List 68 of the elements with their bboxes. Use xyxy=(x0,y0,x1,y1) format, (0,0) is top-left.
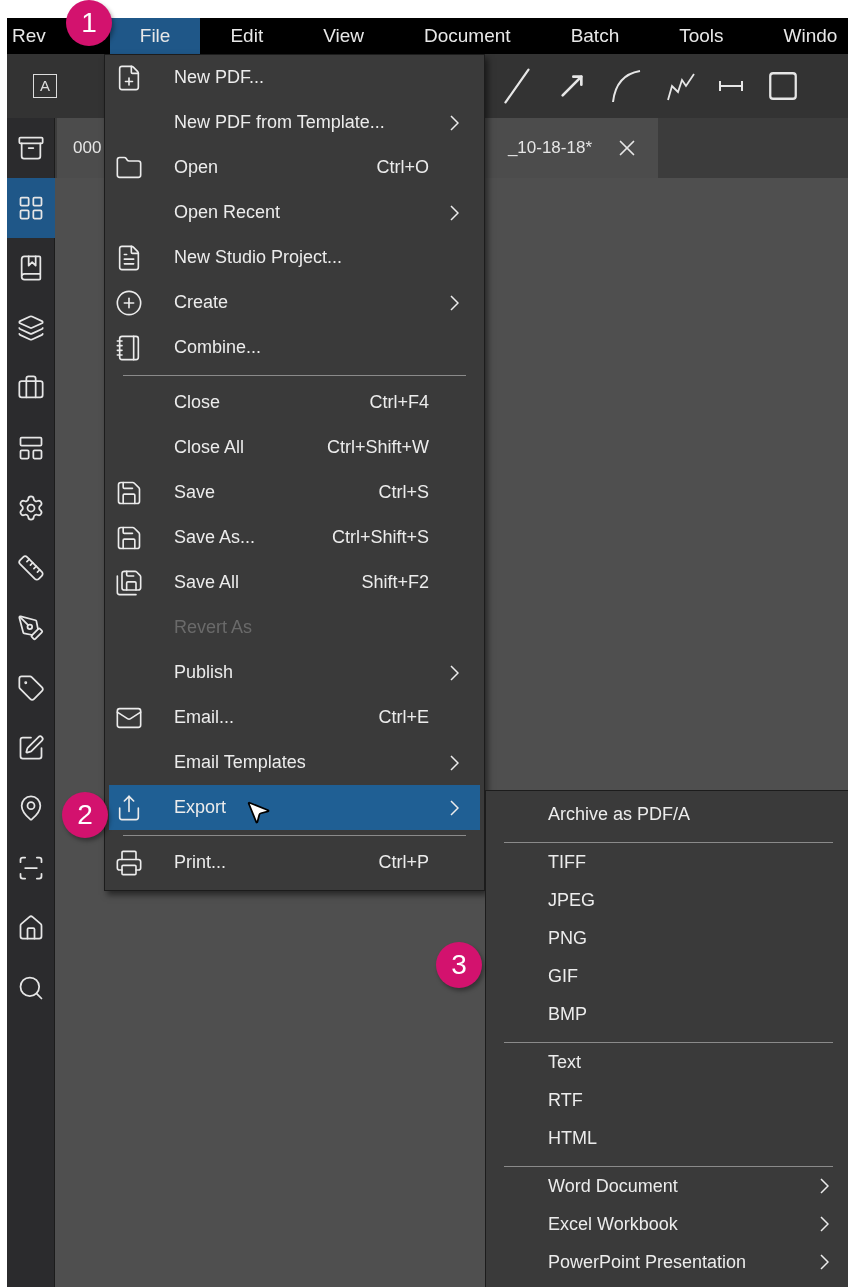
submenu-item[interactable]: Text xyxy=(486,1043,848,1081)
menu-item[interactable]: Publish xyxy=(109,650,480,695)
submenu-item[interactable]: TIFF xyxy=(486,843,848,881)
menu-item[interactable]: Export xyxy=(109,785,480,830)
arc-tool-icon[interactable] xyxy=(610,69,642,103)
grid-icon xyxy=(17,194,45,222)
menu-item[interactable]: Create xyxy=(109,280,480,325)
menu-bar-item[interactable]: Windo xyxy=(753,18,848,54)
edit-icon xyxy=(17,734,45,762)
menu-bar-item[interactable]: Rev xyxy=(7,18,46,54)
house-icon xyxy=(17,914,45,942)
printer-icon xyxy=(115,848,143,877)
menu-item[interactable]: New Studio Project... xyxy=(109,235,480,280)
menu-item[interactable]: Save All Shift+F2 xyxy=(109,560,480,605)
menu-bar-item[interactable]: View xyxy=(293,18,394,54)
submenu-item[interactable]: BMP xyxy=(486,995,848,1033)
menu-item[interactable]: Email... Ctrl+E xyxy=(109,695,480,740)
shortcut-text: Ctrl+Shift+W xyxy=(326,436,429,459)
submenu-item[interactable]: JPEG xyxy=(486,881,848,919)
menu-item[interactable]: Close All Ctrl+Shift+W xyxy=(109,425,480,470)
shortcut-text: Ctrl+O xyxy=(376,156,429,179)
submenu-item[interactable]: PowerPoint Presentation xyxy=(486,1243,848,1281)
ruler-icon xyxy=(17,554,45,582)
submenu-item[interactable]: GIF xyxy=(486,957,848,995)
pen-icon xyxy=(17,614,45,642)
shortcut-text: Shift+F2 xyxy=(361,571,429,594)
submenu-item[interactable]: HTML xyxy=(486,1119,848,1157)
tab-title-start: 000 xyxy=(73,137,102,160)
tag-icon xyxy=(17,674,45,702)
menu-item[interactable]: Open Ctrl+O xyxy=(109,145,480,190)
search-icon xyxy=(17,974,45,1002)
shortcut-text: Ctrl+E xyxy=(378,706,429,729)
menu-bar-item[interactable]: Tools xyxy=(649,18,754,54)
menu-item[interactable]: New PDF from Template... xyxy=(109,100,480,145)
menu-bar-item[interactable]: Document xyxy=(394,18,541,54)
menu-item[interactable]: Open Recent xyxy=(109,190,480,235)
menu-bar-item[interactable]: Edit xyxy=(200,18,294,54)
plus-circle-icon xyxy=(115,288,143,317)
menu-item[interactable]: Close Ctrl+F4 xyxy=(109,380,480,425)
submenu-item[interactable]: Archive as PDF/A xyxy=(486,795,848,833)
menu-item[interactable]: Combine... xyxy=(109,325,480,370)
submenu-item[interactable]: PNG xyxy=(486,919,848,957)
scanner-icon xyxy=(17,854,45,882)
submenu-item[interactable]: RTF xyxy=(486,1081,848,1119)
menu-bar-item[interactable]: Batch xyxy=(540,18,650,54)
menu-item[interactable]: New PDF... xyxy=(109,55,480,100)
dimension-tool-icon[interactable] xyxy=(718,79,744,93)
cabinet-icon xyxy=(17,134,45,162)
shortcut-text: Ctrl+Shift+S xyxy=(331,526,429,549)
callout-badge: 1 xyxy=(66,0,112,46)
menu-item[interactable]: Save Ctrl+S xyxy=(109,470,480,515)
shortcut-text: Ctrl+S xyxy=(378,481,429,504)
text-tool-button[interactable]: A xyxy=(33,74,57,98)
shortcut-text: Ctrl+P xyxy=(378,851,429,874)
floppy-disks-icon xyxy=(115,568,143,597)
tab-title-end: _10-18-18* xyxy=(507,137,592,160)
menu-item[interactable]: Save As... Ctrl+Shift+S xyxy=(109,515,480,560)
menu-bar-item[interactable]: File xyxy=(109,18,201,54)
submenu-item[interactable]: Word Document xyxy=(486,1167,848,1205)
shortcut-text: Ctrl+F4 xyxy=(369,391,429,414)
menu-item[interactable]: Email Templates xyxy=(109,740,480,785)
sidebar-button[interactable] xyxy=(7,178,55,238)
floor-plan-icon xyxy=(17,434,45,462)
submenu-item[interactable]: Excel Workbook xyxy=(486,1205,848,1243)
rectangle-tool-icon[interactable] xyxy=(766,69,800,103)
menu-item[interactable]: Print... Ctrl+P xyxy=(109,840,480,885)
settings-icon xyxy=(17,494,45,522)
layers-icon xyxy=(17,314,45,342)
